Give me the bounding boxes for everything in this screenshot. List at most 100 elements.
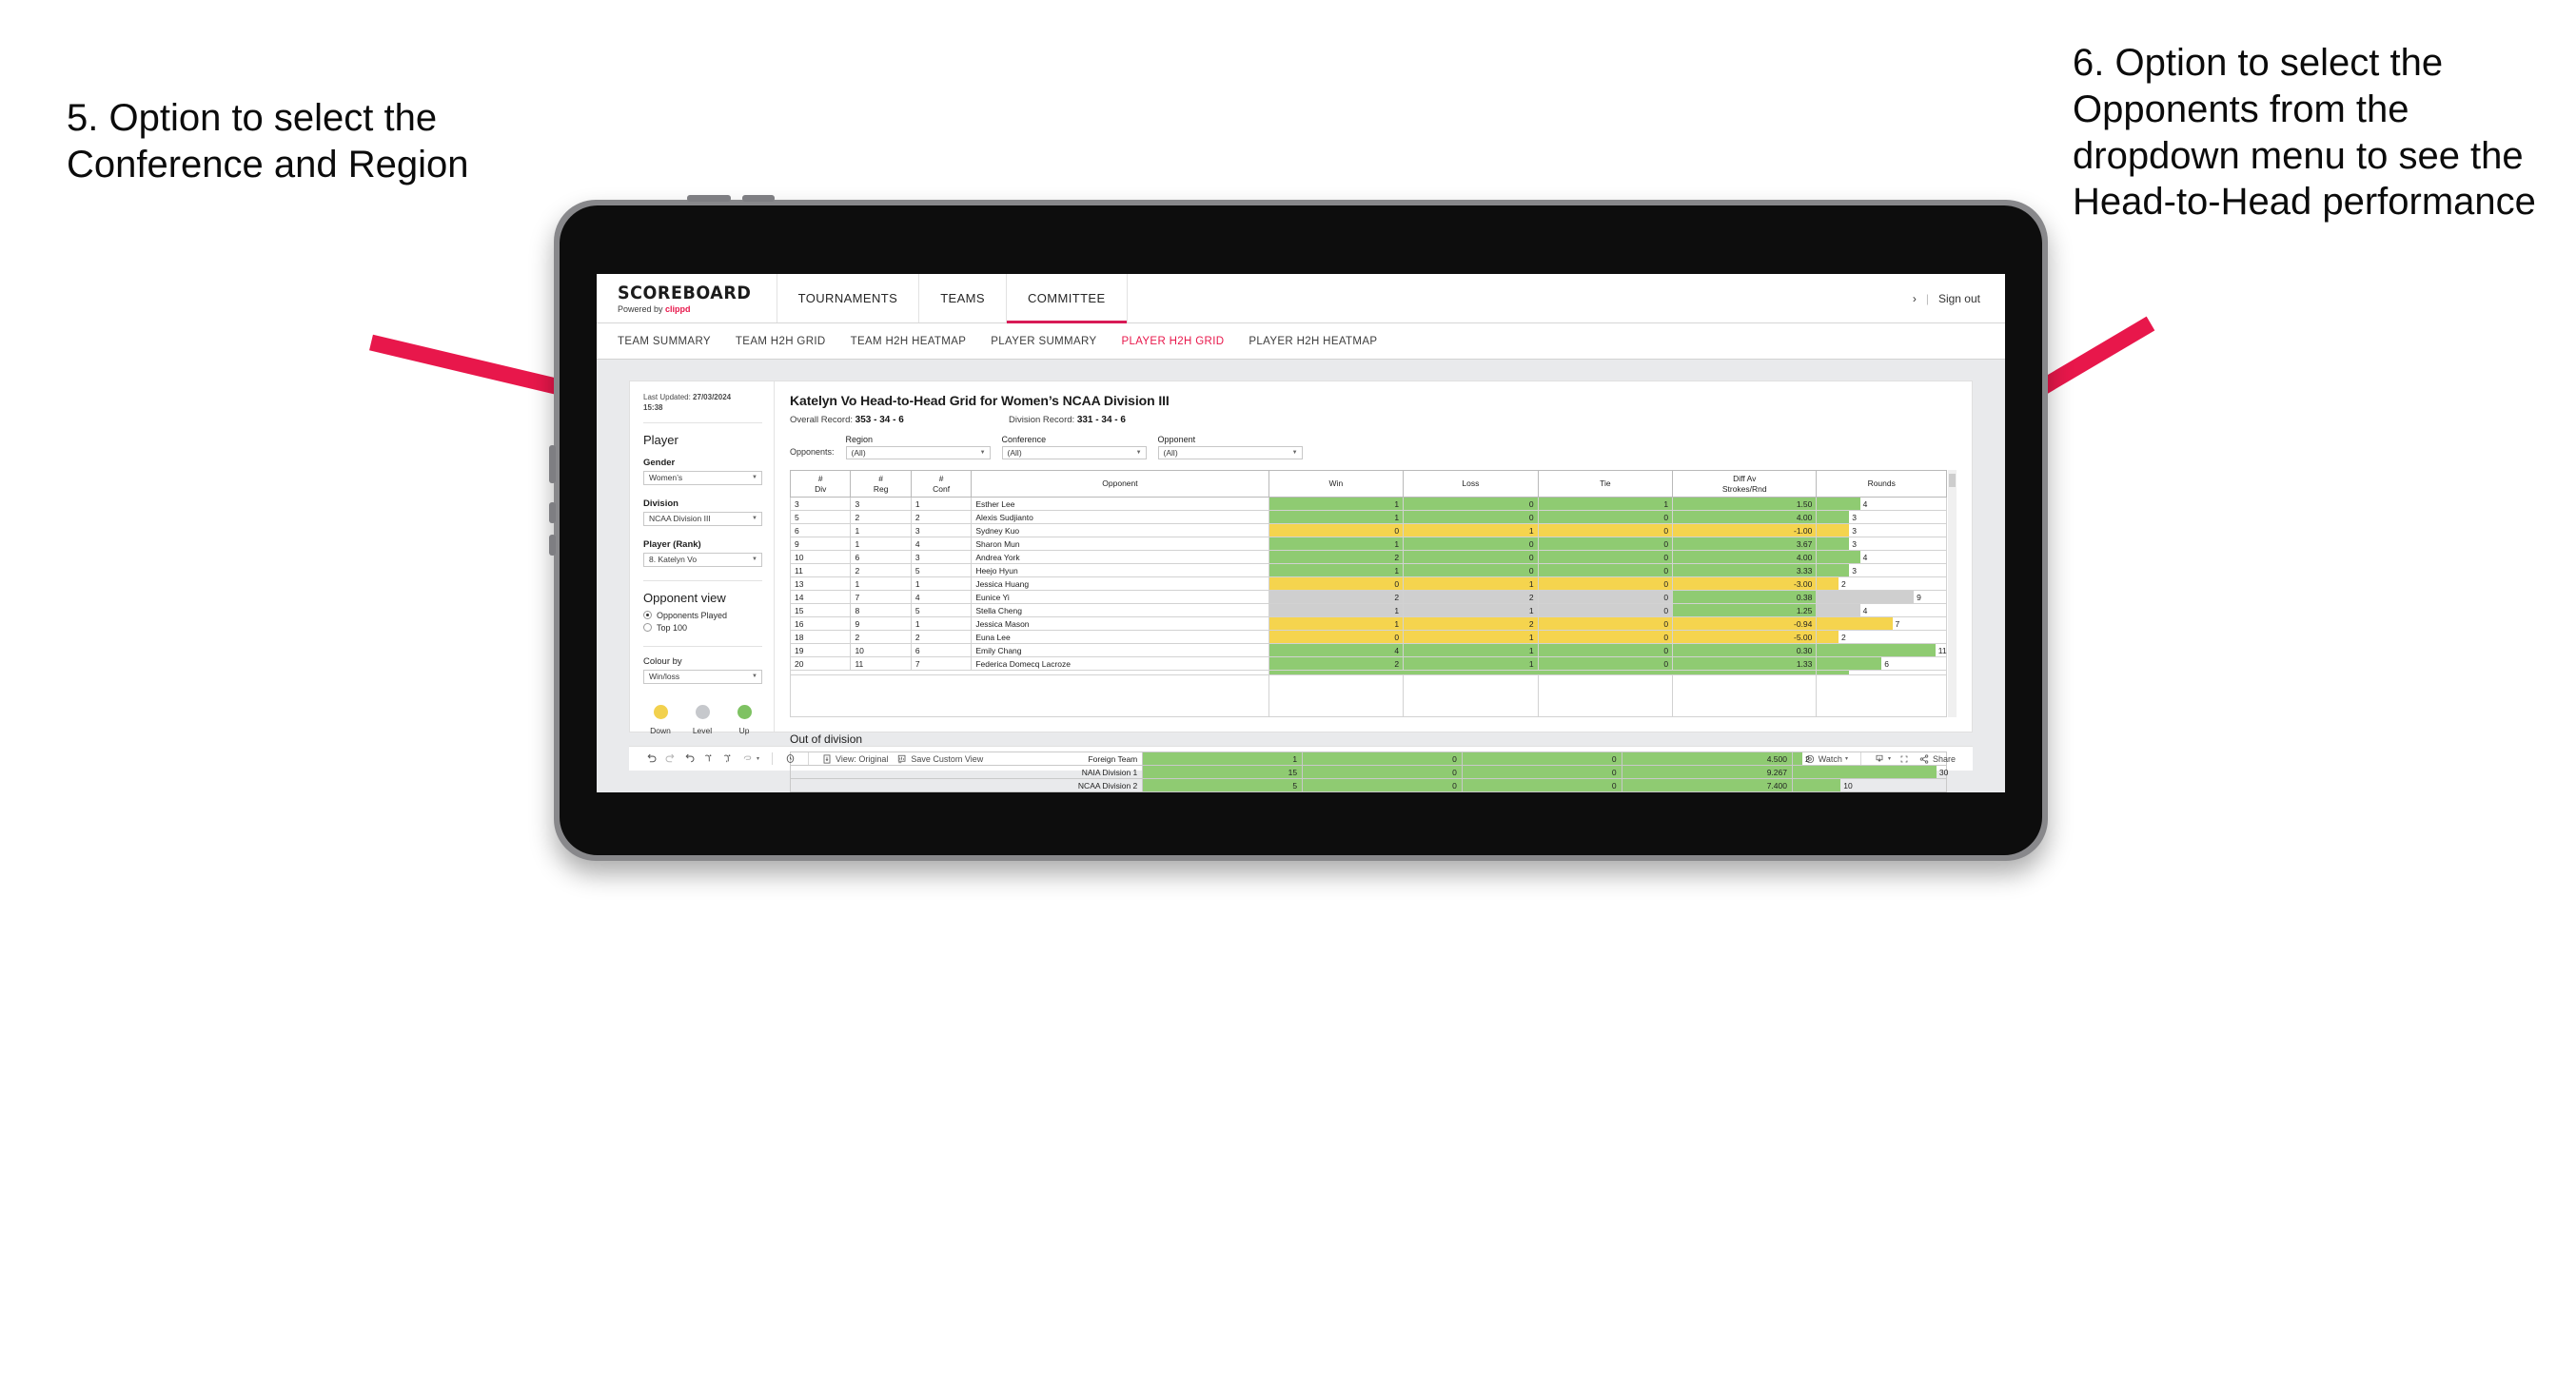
table-row[interactable]: 13 1 1 Jessica Huang 0 1 0 -3.00 2 [789,576,1948,592]
opponent-value: (All) [1163,448,1178,458]
col-rounds[interactable]: Rounds [1816,469,1948,498]
brand-name: SCOREBOARD [618,283,752,303]
cell-conf: 3 [910,550,973,565]
cell-win: 2 [1268,590,1405,605]
player-rank-select[interactable]: 8. Katelyn Vo ▼ [643,552,762,567]
col-loss[interactable]: Loss [1403,469,1539,498]
rounds-bar-fill [1817,511,1850,524]
col-div[interactable]: # Div [789,469,852,498]
table-row[interactable]: 5 2 2 Alexis Sudjianto 1 0 0 4.00 3 [789,510,1948,525]
subnav-item-team-summary[interactable]: TEAM SUMMARY [618,336,711,347]
brand-logo[interactable]: SCOREBOARD Powered by clippd [597,274,777,322]
sign-out-link[interactable]: Sign out [1938,292,1980,305]
table-row[interactable]: 14 7 4 Eunice Yi 2 2 0 0.38 9 [789,590,1948,605]
legend-dot-up [737,704,752,719]
col-conf[interactable]: # Conf [910,469,973,498]
clock-icon[interactable] [783,752,797,766]
cell-diff: -3.00 [1672,576,1818,592]
cell-loss: 1 [1403,603,1539,618]
cell-opponent: Jessica Mason [971,616,1269,632]
cell-div: 3 [789,497,852,512]
topnav-right-group: › | Sign out [1913,274,2005,322]
table-row[interactable]: 6 1 3 Sydney Kuo 0 1 0 -1.00 3 [789,523,1948,538]
cell-loss: 1 [1403,523,1539,538]
subnav-item-team-h2h-heatmap[interactable]: TEAM H2H HEATMAP [851,336,967,347]
table-row[interactable]: 16 9 1 Jessica Mason 1 2 0 -0.94 7 [789,616,1948,632]
rounds-bar: 30 [1792,766,1948,779]
rounds-value: 10 [1843,780,1853,791]
region-select[interactable]: (All) ▼ [845,446,991,459]
legend-dot-level [695,704,710,719]
rounds-bar-fill [1817,631,1839,644]
out-of-division-row[interactable]: NAIA Division 1 15 0 0 9.267 30 [789,765,1948,780]
conference-select[interactable]: (All) ▼ [1001,446,1147,459]
out-of-division-row[interactable]: NCAA Division 2 5 0 0 7.400 10 [789,778,1948,792]
table-row[interactable]: 19 10 6 Emily Chang 4 1 0 0.30 11 [789,643,1948,658]
user-chevron-icon[interactable]: › [1913,292,1917,305]
col-opponent[interactable]: Opponent [971,469,1269,498]
cell-win: 1 [1268,537,1405,552]
side-button-left-3[interactable] [549,535,556,556]
cell-rounds: 3 [1816,563,1948,578]
cell-loss: 1 [1403,643,1539,658]
gender-select[interactable]: Women’s ▼ [643,470,762,485]
col-win[interactable]: Win [1268,469,1405,498]
division-select[interactable]: NCAA Division III ▼ [643,511,762,526]
table-row[interactable]: 20 11 7 Federica Domecq Lacroze 2 1 0 1.33 6 [789,656,1948,672]
subnav-item-player-h2h-grid[interactable]: PLAYER H2H GRID [1121,336,1224,347]
table-row[interactable]: 11 2 5 Heejo Hyun 1 0 0 3.33 3 [789,563,1948,578]
highlight-button[interactable]: ▾ [739,752,761,765]
col-reg[interactable]: # Reg [850,469,912,498]
table-row[interactable]: 15 8 5 Stella Cheng 1 1 0 1.25 4 [789,603,1948,618]
cell-rounds: 4 [1816,603,1948,618]
col-tie[interactable]: Tie [1537,469,1674,498]
table-row[interactable]: 18 2 2 Euna Lee 0 1 0 -5.00 2 [789,630,1948,645]
cell-tie: 0 [1537,510,1674,525]
radio-top-100[interactable]: Top 100 [643,623,762,633]
grid-scrollbar-thumb[interactable] [1949,474,1956,487]
cell-diff: 1.50 [1672,497,1818,512]
subnav-item-player-h2h-heatmap[interactable]: PLAYER H2H HEATMAP [1249,336,1377,347]
table-row[interactable]: 9 1 4 Sharon Mun 1 0 0 3.67 3 [789,537,1948,552]
cell-ood-diff: 9.267 [1621,765,1793,780]
power-button[interactable] [687,195,731,202]
cell-tie: 0 [1537,537,1674,552]
opponent-select[interactable]: (All) ▼ [1157,446,1303,459]
legend-label-up: Up [738,725,750,735]
region-label: Region [845,435,874,444]
view-original-button[interactable]: View: Original [819,753,890,765]
undo-icon[interactable] [644,752,659,766]
sidebar-divider-2 [643,579,762,581]
revert-icon[interactable] [682,752,697,766]
pause-icon[interactable] [720,752,735,766]
subnav-item-team-h2h-grid[interactable]: TEAM H2H GRID [736,336,826,347]
colour-by-select[interactable]: Win/loss ▼ [643,669,762,684]
brand-tagline-brand: clippd [665,304,691,314]
cell-loss: 0 [1403,497,1539,512]
col-diff[interactable]: Diff Av Strokes/Rnd [1672,469,1818,498]
cell-reg: 7 [850,590,912,605]
conference-value: (All) [1007,448,1022,458]
radio-opponents-played[interactable]: Opponents Played [643,611,762,620]
table-row[interactable]: 3 3 1 Esther Lee 1 0 1 1.50 4 [789,497,1948,512]
topnav-item-teams[interactable]: TEAMS [919,274,1007,322]
cell-tie: 0 [1537,630,1674,645]
cell-loss: 2 [1403,590,1539,605]
subnav-item-player-summary[interactable]: PLAYER SUMMARY [991,336,1096,347]
grid-scrollbar[interactable] [1948,470,1957,718]
rounds-value: 6 [1884,658,1889,669]
view-original-label: View: Original [836,753,889,764]
side-button-left-1[interactable] [549,445,556,483]
table-row[interactable]: 10 6 3 Andrea York 2 0 0 4.00 4 [789,550,1948,565]
rounds-bar-fill [1817,551,1860,564]
cell-rounds: 7 [1816,616,1948,632]
volume-button[interactable] [742,195,775,202]
save-custom-view-button[interactable]: Save Custom View [895,753,985,765]
topnav-item-committee[interactable]: COMMITTEE [1006,274,1128,323]
topnav-item-tournaments[interactable]: TOURNAMENTS [777,274,920,322]
grid-wrapper: # Div # Reg # Conf Opponent Win Loss Tie Di… [789,469,1957,718]
side-button-left-2[interactable] [549,502,556,523]
redo-icon[interactable] [663,752,678,766]
rounds-bar: 3 [1817,524,1946,537]
refresh-icon[interactable] [701,752,716,766]
